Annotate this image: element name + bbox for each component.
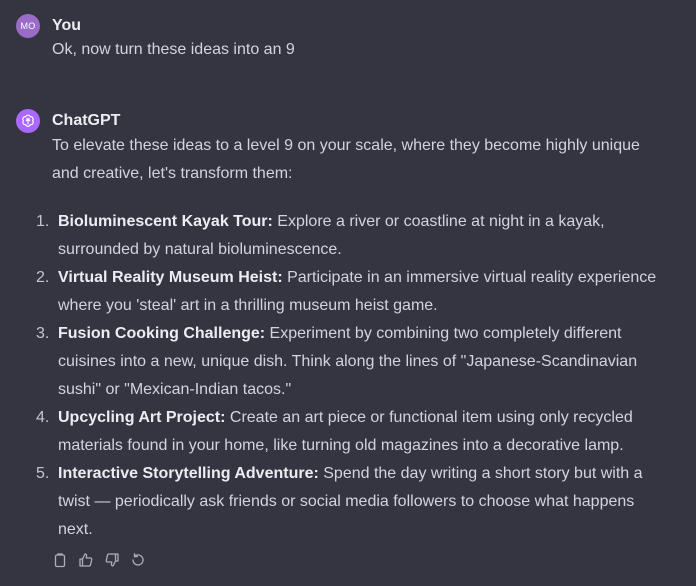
list-item-number: 5. xyxy=(36,465,50,482)
regenerate-button[interactable] xyxy=(130,552,146,568)
list-item-title: Bioluminescent Kayak Tour: xyxy=(58,213,273,230)
assistant-author-name: ChatGPT xyxy=(52,112,121,129)
user-avatar: MO xyxy=(16,14,40,38)
list-item-number: 4. xyxy=(36,409,50,426)
list-item-number: 1. xyxy=(36,213,50,230)
thumbs-up-button[interactable] xyxy=(78,552,94,568)
list-item: 2. Virtual Reality Museum Heist: Partici… xyxy=(0,264,666,320)
thumbs-down-icon xyxy=(105,553,119,567)
list-item-title: Fusion Cooking Challenge: xyxy=(58,325,266,342)
assistant-intro-text: To elevate these ideas to a level 9 on y… xyxy=(52,137,640,182)
regenerate-icon xyxy=(132,553,144,566)
list-item-title: Virtual Reality Museum Heist: xyxy=(58,269,283,286)
thumbs-up-icon xyxy=(79,553,93,567)
list-item-number: 2. xyxy=(36,269,50,286)
list-item: 3. Fusion Cooking Challenge: Experiment … xyxy=(0,320,666,404)
user-message-text: Ok, now turn these ideas into an 9 xyxy=(52,41,295,58)
chatgpt-logo-icon xyxy=(16,109,40,133)
copy-button[interactable] xyxy=(52,552,68,568)
list-item-number: 3. xyxy=(36,325,50,342)
list-item: 1. Bioluminescent Kayak Tour: Explore a … xyxy=(0,208,666,264)
list-item: 4. Upcycling Art Project: Create an art … xyxy=(0,404,666,460)
message-actions xyxy=(52,552,146,568)
list-item-title: Interactive Storytelling Adventure: xyxy=(58,465,319,482)
thumbs-down-button[interactable] xyxy=(104,552,120,568)
list-item: 5. Interactive Storytelling Adventure: S… xyxy=(0,460,666,544)
copy-icon xyxy=(54,553,66,568)
user-author-name: You xyxy=(52,17,82,34)
list-item-title: Upcycling Art Project: xyxy=(58,409,226,426)
ideas-list: 1. Bioluminescent Kayak Tour: Explore a … xyxy=(0,208,666,544)
